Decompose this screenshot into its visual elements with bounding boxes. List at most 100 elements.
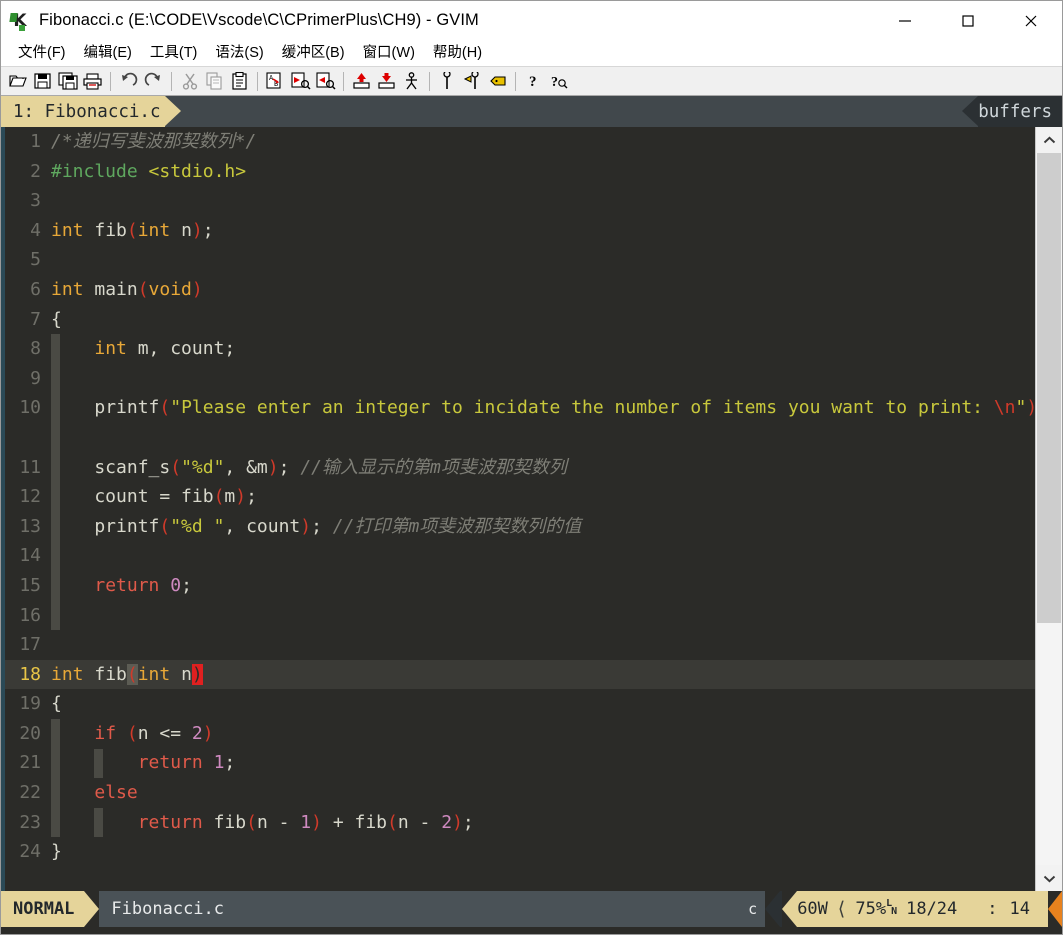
copy-icon[interactable] [202, 69, 227, 93]
scroll-up-button[interactable] [1036, 127, 1062, 153]
menu-window[interactable]: 窗口(W) [354, 40, 424, 66]
run-script-icon[interactable] [399, 69, 424, 93]
code-line[interactable]: 15 return 0; [5, 571, 1062, 601]
line-number: 9 [30, 367, 41, 389]
help-icon[interactable]: ? [521, 69, 546, 93]
code-line[interactable]: 19 { [5, 689, 1062, 719]
menu-edit[interactable]: 编辑(E) [75, 40, 141, 66]
tab-fibonacci-c[interactable]: 1: Fibonacci.c [1, 96, 165, 127]
line-number: 6 [30, 278, 41, 300]
menu-file[interactable]: 文件(F) [9, 40, 75, 66]
print-icon[interactable] [80, 69, 105, 93]
menu-bar: 文件(F) 编辑(E) 工具(T) 语法(S) 缓冲区(B) 窗口(W) 帮助(… [1, 40, 1062, 67]
close-button[interactable] [999, 1, 1062, 40]
tab-arrow-right-icon [164, 96, 181, 126]
token: m [224, 486, 236, 508]
token: ( [159, 515, 171, 537]
code-line[interactable]: 2 #include <stdio.h> [5, 157, 1062, 187]
find-next-icon[interactable] [288, 69, 313, 93]
token: ( [170, 456, 182, 478]
redo-icon[interactable] [141, 69, 166, 93]
status-line: NORMAL Fibonacci.c c 60W ⟨ 75% L N 18/24… [1, 891, 1062, 927]
find-replace-icon[interactable]: AB [263, 69, 288, 93]
status-column: 14 [1009, 899, 1030, 919]
token: fib [83, 219, 127, 241]
scrollbar-track[interactable] [1036, 153, 1062, 865]
open-icon[interactable] [5, 69, 30, 93]
token: //打印第m项斐波那契数列的值 [332, 515, 582, 537]
build-icon[interactable] [435, 69, 460, 93]
code-line[interactable]: 3 [5, 186, 1062, 216]
code-line[interactable]: 23 return fib(n - 1) + fib(n - 2); [5, 808, 1062, 838]
token: ) [191, 278, 203, 300]
cut-icon[interactable] [177, 69, 202, 93]
line-number: 22 [19, 782, 41, 804]
code-line[interactable]: 5 [5, 245, 1062, 275]
code-line[interactable]: 9 [5, 364, 1062, 394]
status-mode: NORMAL [1, 891, 85, 927]
line-text: printf("%d ", count); //打印第m项斐波那契数列的值 [51, 512, 1062, 542]
line-text: return 1; [51, 748, 1062, 778]
paste-icon[interactable] [227, 69, 252, 93]
code-line[interactable]: 7{ [5, 305, 1062, 335]
code-line[interactable]: 16} [5, 601, 1062, 631]
token: + fib [321, 811, 388, 833]
minimize-button[interactable] [873, 1, 936, 40]
line-text: int fib(int n) [51, 660, 1062, 690]
tabline-buffers-label[interactable]: buffers [978, 96, 1062, 127]
code-line[interactable]: 21 return 1; [5, 748, 1062, 778]
code-line[interactable]: 1 /*递归写斐波那契数列*/ [5, 127, 1062, 157]
find-help-icon[interactable]: ? [546, 69, 571, 93]
token: ) [191, 219, 203, 241]
code-line[interactable]: 10 printf("Please enter an integer to in… [5, 393, 1062, 452]
token: return [94, 574, 160, 596]
code-line[interactable]: 20 if (n <= 2) [5, 719, 1062, 749]
menu-help[interactable]: 帮助(H) [424, 40, 491, 66]
code-line[interactable]: 24} [5, 837, 1062, 867]
menu-tools[interactable]: 工具(T) [141, 40, 207, 66]
toolbar-separator [110, 71, 111, 91]
make-icon[interactable] [460, 69, 485, 93]
menu-buffers[interactable]: 缓冲区(B) [273, 40, 354, 66]
code-line[interactable]: 13 printf("%d ", count); //打印第m项斐波那契数列的值 [5, 512, 1062, 542]
find-prev-icon[interactable] [313, 69, 338, 93]
line-text: if (n <= 2) [51, 719, 1062, 749]
code-line[interactable]: 8 int m, count; [5, 334, 1062, 364]
code-buffer[interactable]: 1 /*递归写斐波那契数列*/ 2 #include <stdio.h> 3 4 int f… [5, 127, 1062, 891]
token: n <= [137, 722, 192, 744]
line-number: 5 [30, 249, 41, 271]
line-number: 16 [19, 604, 41, 626]
gvim-icon: K [9, 10, 31, 32]
code-line[interactable]: 18 int fib(int n) [5, 659, 1062, 690]
token: n [170, 663, 192, 685]
code-line[interactable]: 11 scanf_s("%d", &m); //输入显示的第m项斐波那契数列 [5, 453, 1062, 483]
code-line[interactable]: 6 int main(void) [5, 275, 1062, 305]
status-filename: Fibonacci.c [99, 891, 225, 927]
code-line[interactable]: 17 [5, 630, 1062, 660]
tag-icon[interactable] [485, 69, 510, 93]
line-number: 8 [30, 338, 41, 360]
scroll-down-button[interactable] [1036, 865, 1062, 891]
undo-icon[interactable] [116, 69, 141, 93]
code-line[interactable]: 4 int fib(int n); [5, 216, 1062, 246]
token: } [51, 841, 62, 863]
code-line[interactable]: 22 else [5, 778, 1062, 808]
save-session-icon[interactable] [374, 69, 399, 93]
save-icon[interactable] [30, 69, 55, 93]
maximize-button[interactable] [936, 1, 999, 40]
scrollbar-thumb[interactable] [1037, 153, 1061, 623]
token: ) [452, 811, 463, 833]
status-column-separator: : [987, 899, 998, 919]
code-line[interactable]: 12 count = fib(m); [5, 482, 1062, 512]
vertical-scrollbar[interactable] [1035, 127, 1062, 891]
token: 1 [213, 752, 225, 774]
code-line[interactable]: 14 [5, 541, 1062, 571]
save-all-icon[interactable] [55, 69, 80, 93]
menu-syntax[interactable]: 语法(S) [206, 40, 272, 66]
line-number: 12 [19, 486, 41, 508]
tabline-filler [181, 96, 963, 127]
load-session-icon[interactable] [349, 69, 374, 93]
line-text: count = fib(m); [51, 482, 1062, 512]
